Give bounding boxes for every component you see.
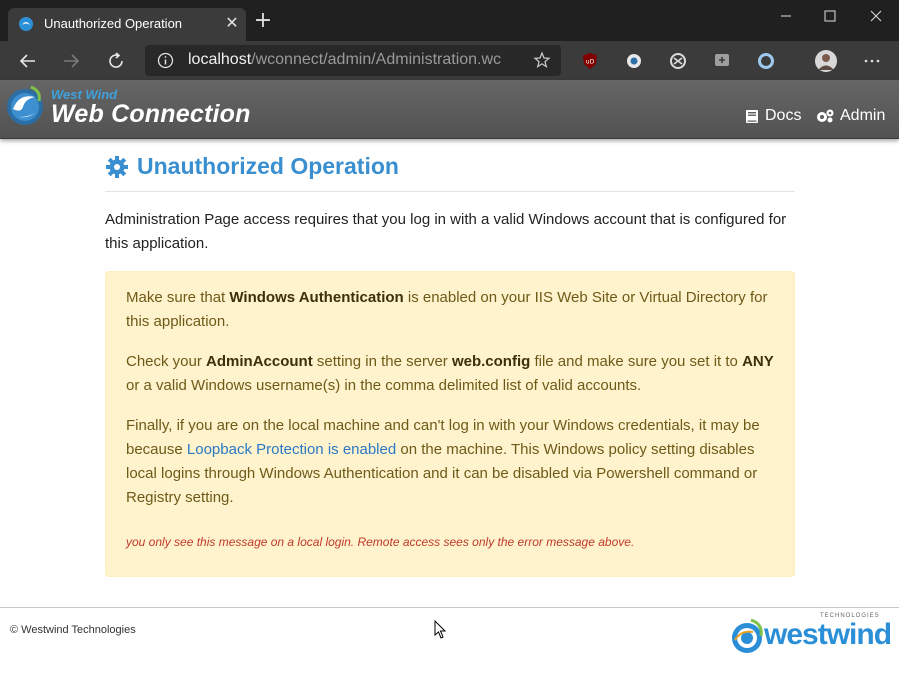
main-content: Unauthorized Operation Administration Pa… xyxy=(105,150,795,256)
book-icon xyxy=(746,109,758,123)
tab-title: Unauthorized Operation xyxy=(44,16,183,31)
mouse-cursor-icon xyxy=(434,620,447,639)
refresh-icon[interactable] xyxy=(104,49,128,73)
more-menu-icon[interactable] xyxy=(862,51,882,71)
copyright-text: © Westwind Technologies xyxy=(10,624,136,636)
nav-admin-label: Admin xyxy=(840,107,886,124)
extension-ring-icon[interactable] xyxy=(756,51,776,71)
forward-arrow-icon[interactable] xyxy=(59,49,83,73)
nav-docs-label: Docs xyxy=(765,107,802,124)
favorite-star-icon[interactable] xyxy=(533,51,551,69)
browser-tab[interactable]: Unauthorized Operation ✕ xyxy=(8,8,246,41)
svg-text:uD: uD xyxy=(586,59,595,66)
alert-paragraph-2: Check your AdminAccount setting in the s… xyxy=(126,353,774,394)
extension-shell-icon[interactable] xyxy=(668,51,688,71)
gear-icon xyxy=(106,155,128,178)
maximize-icon[interactable] xyxy=(816,4,844,28)
site-favicon-icon xyxy=(19,17,33,31)
nav-admin-link[interactable]: Admin xyxy=(815,107,885,125)
extension-globe-icon[interactable] xyxy=(624,51,644,71)
nav-docs-link[interactable]: Docs xyxy=(745,107,801,125)
minimize-icon[interactable] xyxy=(772,4,800,28)
loopback-protection-link[interactable]: Loopback Protection is enabled xyxy=(187,441,396,458)
tab-close-icon[interactable]: ✕ xyxy=(222,13,242,33)
gears-icon xyxy=(817,109,834,123)
site-header: West Wind Web Connection Docs Admin xyxy=(0,80,899,139)
alert-paragraph-3: Finally, if you are on the local machine… xyxy=(126,417,760,506)
new-tab-button[interactable]: + xyxy=(252,10,274,33)
warning-alert: Make sure that Windows Authentication is… xyxy=(105,271,795,577)
browser-titlebar: Unauthorized Operation ✕ + xyxy=(0,0,899,41)
local-login-note: you only see this message on a local log… xyxy=(126,535,635,549)
footer-logo-word[interactable]: westwind xyxy=(764,618,892,652)
browser-toolbar: localhost/wconnect/admin/Administration.… xyxy=(0,41,899,80)
address-bar[interactable]: localhost/wconnect/admin/Administration.… xyxy=(145,45,561,76)
close-window-icon[interactable] xyxy=(862,4,890,28)
intro-text: Administration Page access requires that… xyxy=(105,211,787,252)
extension-note-icon[interactable] xyxy=(712,51,732,71)
ublock-extension-icon[interactable]: uD xyxy=(580,51,600,71)
site-info-icon[interactable] xyxy=(157,52,174,69)
logo-title[interactable]: Web Connection xyxy=(51,100,251,129)
west-wind-logo-icon[interactable] xyxy=(5,83,47,127)
page-title: Unauthorized Operation xyxy=(105,150,795,192)
url-text[interactable]: localhost/wconnect/admin/Administration.… xyxy=(188,51,501,69)
back-arrow-icon[interactable] xyxy=(16,49,40,73)
alert-paragraph-1: Make sure that Windows Authentication is… xyxy=(126,289,768,330)
page-title-text: Unauthorized Operation xyxy=(137,153,399,179)
profile-avatar[interactable] xyxy=(814,49,838,73)
westwind-footer-logo-icon[interactable] xyxy=(731,618,767,656)
